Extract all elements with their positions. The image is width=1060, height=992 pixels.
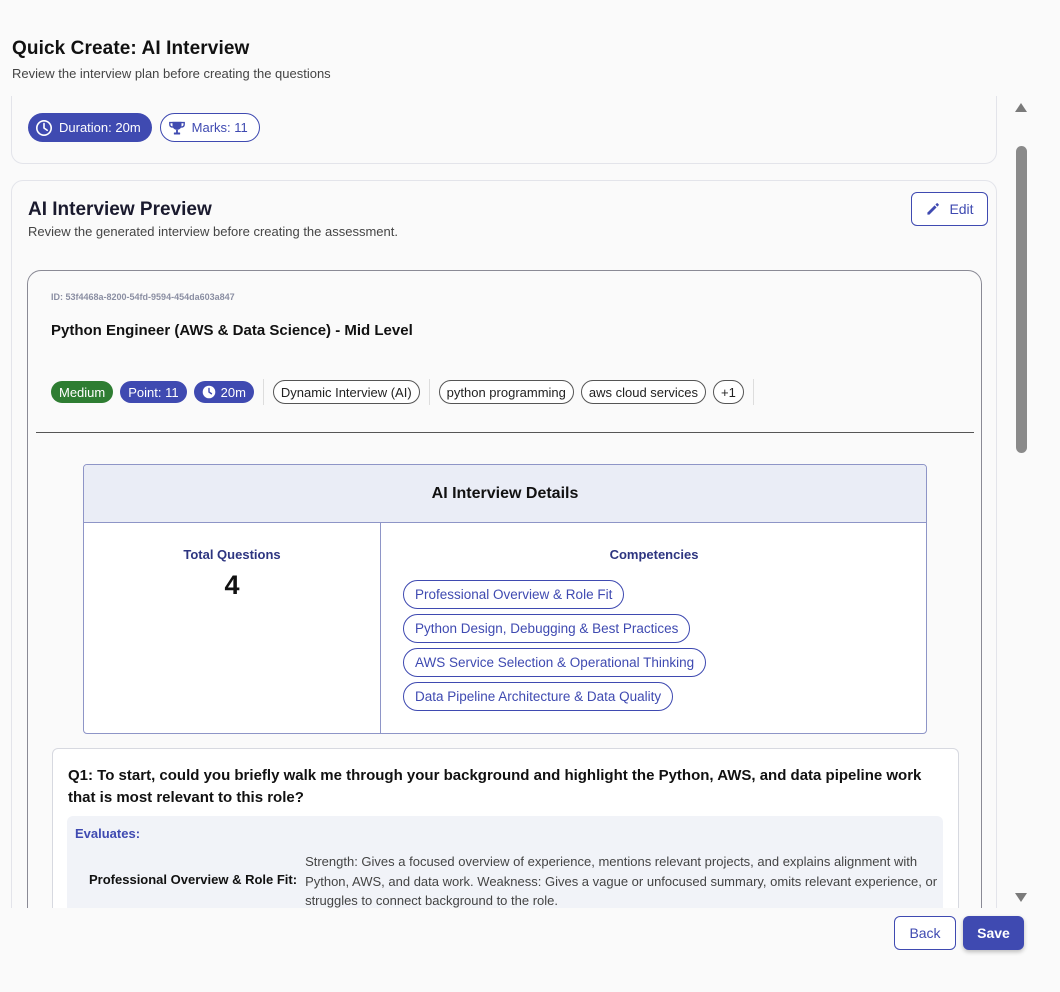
total-questions-label: Total Questions — [183, 547, 281, 562]
edit-label: Edit — [949, 201, 974, 217]
trophy-icon — [168, 121, 185, 134]
skill-tag: python programming — [438, 380, 574, 404]
scroll-down-icon[interactable] — [1015, 893, 1027, 902]
question-text: Q1: To start, could you briefly walk me … — [68, 767, 922, 806]
pencil-icon — [927, 203, 940, 215]
criteria-description: Strength: Gives a focused overview of ex… — [305, 854, 938, 908]
back-button[interactable]: Back — [894, 916, 956, 950]
interview-details-panel: AI Interview Details Total Questions 4 C… — [83, 464, 927, 734]
scroll-up-icon[interactable] — [1015, 103, 1027, 112]
save-button[interactable]: Save — [963, 916, 1024, 950]
competency-chip: AWS Service Selection & Operational Thin… — [403, 648, 707, 677]
page-title: Quick Create: AI Interview — [12, 38, 250, 59]
details-heading: AI Interview Details — [84, 465, 926, 523]
tag-separator — [752, 379, 754, 405]
time-badge: 20m — [193, 381, 254, 403]
evaluates-label: Evaluates: — [75, 826, 141, 841]
competency-chip: Data Pipeline Architecture & Data Qualit… — [403, 682, 674, 711]
evaluation-row: Professional Overview & Role Fit: Streng… — [89, 852, 937, 908]
tag-separator — [428, 379, 430, 405]
preview-title: AI Interview Preview — [28, 199, 212, 220]
page-header: Quick Create: AI Interview Review the in… — [12, 38, 331, 81]
interview-preview-card: AI Interview Preview Review the generate… — [11, 180, 997, 908]
tag-separator — [262, 379, 264, 405]
scrollbar-thumb[interactable] — [1016, 146, 1027, 453]
skill-tag: aws cloud services — [580, 380, 706, 404]
competencies-label: Competencies — [609, 547, 699, 562]
competencies-section: Competencies Professional Overview & Rol… — [382, 523, 926, 733]
interview-id: ID: 53f4468a-8200-54fd-9594-454da603a847 — [51, 292, 235, 302]
question-card: Q1: To start, could you briefly walk me … — [52, 748, 959, 908]
summary-card: Duration: 20m Marks: 11 — [11, 96, 997, 164]
points-badge: Point: 11 — [120, 381, 187, 403]
evaluates-panel: Evaluates: Professional Overview & Role … — [67, 816, 943, 908]
preview-subtitle: Review the generated interview before cr… — [28, 224, 398, 239]
clock-icon — [35, 119, 53, 136]
job-title: Python Engineer (AWS & Data Science) - M… — [51, 322, 413, 339]
total-questions-section: Total Questions 4 — [84, 523, 381, 733]
marks-pill: Marks: 11 — [159, 113, 260, 142]
divider — [36, 432, 974, 433]
tag-row: Medium Point: 11 20m Dynamic Interview (… — [51, 379, 756, 405]
duration-label: Duration: 20m — [59, 120, 141, 135]
difficulty-badge: Medium — [51, 381, 114, 403]
interview-card: ID: 53f4468a-8200-54fd-9594-454da603a847… — [27, 270, 982, 908]
edit-button[interactable]: Edit — [911, 192, 988, 226]
more-skills-tag[interactable]: +1 — [713, 380, 744, 404]
interview-type-tag: Dynamic Interview (AI) — [272, 380, 420, 404]
content-scroll-area[interactable]: Duration: 20m Marks: 11 AI Interview Pre… — [0, 96, 1008, 908]
competency-chip: Python Design, Debugging & Best Practice… — [403, 614, 691, 643]
criteria-name: Professional Overview & Role Fit: — [89, 872, 298, 887]
marks-label: Marks: 11 — [191, 120, 248, 135]
total-questions-value: 4 — [224, 570, 240, 600]
page-subtitle: Review the interview plan before creatin… — [12, 66, 331, 81]
competency-chip: Professional Overview & Role Fit — [403, 580, 625, 609]
clock-icon — [202, 385, 215, 399]
time-label: 20m — [220, 384, 246, 400]
duration-pill: Duration: 20m — [28, 113, 152, 142]
